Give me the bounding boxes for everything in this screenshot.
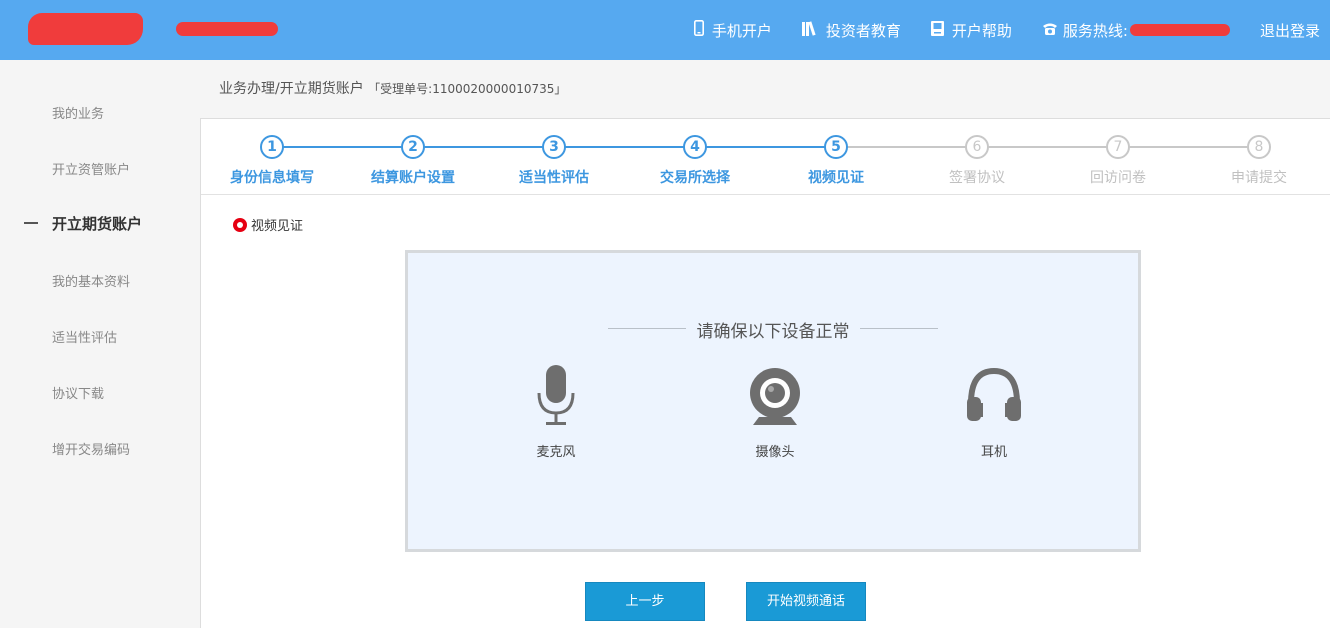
step-label: 申请提交 <box>1231 170 1287 186</box>
device-label: 麦克风 <box>536 445 576 460</box>
nav-investor-education-label: 投资者教育 <box>825 21 901 40</box>
nav-account-help[interactable]: 开户帮助 <box>930 20 1012 41</box>
device-check-box: 请确保以下设备正常 麦克风 摄像头 耳机 <box>405 250 1141 552</box>
microphone-icon <box>496 365 616 427</box>
sidebar-item-my-business[interactable]: 我的业务 <box>52 103 104 122</box>
device-label: 摄像头 <box>755 445 795 460</box>
books-icon <box>801 20 818 40</box>
step-7: 7 回访问卷 <box>1058 135 1178 187</box>
webcam-icon <box>715 365 835 427</box>
device-check-heading: 请确保以下设备正常 <box>608 317 938 342</box>
section-title: 视频见证 <box>233 215 303 234</box>
step-number: 8 <box>1247 135 1271 159</box>
sidebar-item-asset-account[interactable]: 开立资管账户 <box>52 159 130 178</box>
step-2: 2 结算账户设置 <box>353 135 473 187</box>
start-video-call-button[interactable]: 开始视频通话 <box>746 582 866 621</box>
hotline-number-redacted <box>1129 24 1230 36</box>
order-number: 「受理单号:1100020000010735」 <box>368 82 567 96</box>
step-label: 结算账户设置 <box>371 170 455 186</box>
help-book-icon <box>930 20 944 40</box>
steps-divider <box>201 194 1330 195</box>
step-number: 4 <box>683 135 707 159</box>
sidebar-item-agreement-download[interactable]: 协议下载 <box>52 383 104 402</box>
step-label: 身份信息填写 <box>230 170 314 186</box>
step-label: 签署协议 <box>949 170 1005 186</box>
step-number: 7 <box>1106 135 1130 159</box>
sidebar-item-futures-account[interactable]: 开立期货账户 <box>52 213 142 234</box>
sidebar-item-suitability[interactable]: 适当性评估 <box>52 327 117 346</box>
radio-marker-icon <box>233 217 247 232</box>
step-1: 1 身份信息填写 <box>212 135 332 187</box>
telephone-icon <box>1042 21 1058 39</box>
device-camera: 摄像头 <box>715 365 835 460</box>
brand-name-redacted <box>176 22 278 36</box>
nav-logout-label: 退出登录 <box>1259 21 1320 40</box>
step-6: 6 签署协议 <box>917 135 1037 187</box>
device-headphones: 耳机 <box>934 365 1054 460</box>
nav-mobile-account-label: 手机开户 <box>711 21 772 40</box>
step-5: 5 视频见证 <box>776 135 896 187</box>
step-label: 回访问卷 <box>1090 170 1146 186</box>
headphones-icon <box>934 365 1054 427</box>
main-panel: 1 身份信息填写 2 结算账户设置 3 适当性评估 4 交易所选择 5 视频见证… <box>200 118 1330 628</box>
device-microphone: 麦克风 <box>496 365 616 460</box>
step-4: 4 交易所选择 <box>635 135 755 187</box>
breadcrumb-path: 业务办理/开立期货账户 <box>219 81 364 97</box>
section-title-text: 视频见证 <box>251 219 304 234</box>
step-number: 6 <box>965 135 989 159</box>
step-label: 视频见证 <box>808 170 864 186</box>
nav-mobile-account[interactable]: 手机开户 <box>693 20 772 41</box>
phone-icon <box>693 20 704 40</box>
sidebar: 我的业务 开立资管账户 开立期货账户 我的基本资料 适当性评估 协议下载 增开交… <box>0 60 200 628</box>
step-number: 1 <box>260 135 284 159</box>
step-number: 3 <box>542 135 566 159</box>
step-number: 5 <box>824 135 848 159</box>
sidebar-item-basic-info[interactable]: 我的基本资料 <box>52 271 130 290</box>
logo-redacted <box>28 13 143 45</box>
step-8: 8 申请提交 <box>1199 135 1319 187</box>
sidebar-item-trading-code[interactable]: 增开交易编码 <box>52 439 130 458</box>
step-3: 3 适当性评估 <box>494 135 614 187</box>
breadcrumb: 业务办理/开立期货账户 「受理单号:1100020000010735」 <box>219 78 566 98</box>
device-label: 耳机 <box>980 445 1007 460</box>
previous-step-button[interactable]: 上一步 <box>585 582 705 621</box>
step-label: 交易所选择 <box>660 170 730 186</box>
step-number: 2 <box>401 135 425 159</box>
steps-remaining-line <box>837 146 1259 148</box>
nav-service-hotline: 服务热线: <box>1042 20 1230 41</box>
step-label: 适当性评估 <box>519 170 589 186</box>
top-nav: 手机开户 投资者教育 开户帮助 服务热线: 退出登录 <box>693 0 1320 60</box>
active-indicator <box>24 222 38 224</box>
hotline-label: 服务热线: <box>1062 21 1128 40</box>
nav-investor-education[interactable]: 投资者教育 <box>801 20 901 41</box>
nav-account-help-label: 开户帮助 <box>951 21 1012 40</box>
top-header: 手机开户 投资者教育 开户帮助 服务热线: 退出登录 <box>0 0 1330 60</box>
nav-logout[interactable]: 退出登录 <box>1260 20 1320 41</box>
